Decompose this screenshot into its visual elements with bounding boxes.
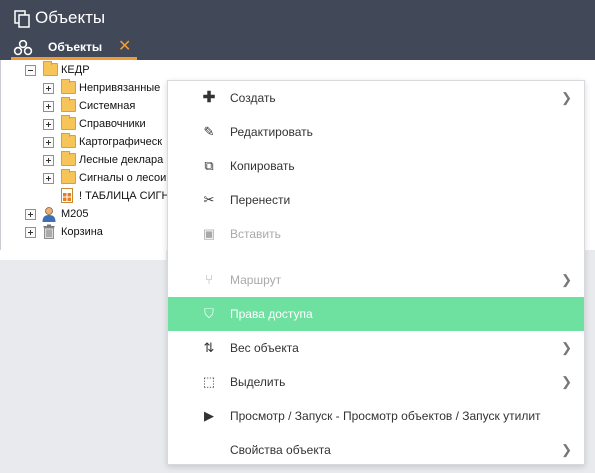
folder-icon xyxy=(61,151,76,166)
user-icon xyxy=(42,207,56,222)
copy-icon xyxy=(14,10,30,28)
table-icon xyxy=(61,188,73,203)
select-icon: ⬚ xyxy=(202,374,216,389)
shield-icon: ⛉ xyxy=(204,306,214,321)
menu-item-create[interactable]: ✚ Создать ❯ xyxy=(168,81,584,115)
play-icon: ▶ xyxy=(204,408,214,423)
menu-item-label: Выделить xyxy=(230,375,286,389)
expand-icon[interactable] xyxy=(43,119,54,130)
menu-item-object-weight[interactable]: ⇅ Вес объекта ❯ xyxy=(168,331,584,365)
menu-item-paste[interactable]: ▣ Вставить xyxy=(168,217,584,251)
panel-divider xyxy=(0,250,166,260)
tree-node-label: Непривязанные xyxy=(79,82,161,94)
tree-node-label: М205 xyxy=(61,208,89,220)
folder-icon xyxy=(43,61,58,76)
objects-icon xyxy=(13,40,33,56)
tree-node-label: ! ТАБЛИЦА СИГН xyxy=(79,190,170,202)
edit-icon: ✎ xyxy=(203,124,215,139)
expand-icon[interactable] xyxy=(43,83,54,94)
tree-node-label: Сигналы о лесои xyxy=(79,172,167,184)
menu-item-label: Маршрут xyxy=(230,273,282,287)
chevron-right-icon: ❯ xyxy=(561,272,572,287)
menu-item-label: Создать xyxy=(230,91,276,105)
expand-icon[interactable] xyxy=(43,155,54,166)
menu-item-route[interactable]: ⑂ Маршрут ❯ xyxy=(168,263,584,297)
menu-item-label: Просмотр / Запуск - Просмотр объектов / … xyxy=(230,409,541,423)
folder-icon xyxy=(61,133,76,148)
copy-icon: ⧉ xyxy=(204,158,214,173)
menu-item-move[interactable]: ✂ Перенести xyxy=(168,183,584,217)
tab-bar: Объекты ✕ xyxy=(0,37,595,60)
menu-item-label: Копировать xyxy=(230,159,295,173)
scissors-icon: ✂ xyxy=(203,192,215,207)
menu-item-edit[interactable]: ✎ Редактировать xyxy=(168,115,584,149)
tree-node-label: Корзина xyxy=(61,226,103,238)
tree-node-label: Справочники xyxy=(79,118,146,130)
tab-objects[interactable]: Объекты ✕ xyxy=(0,37,137,60)
menu-item-copy[interactable]: ⧉ Копировать xyxy=(168,149,584,183)
expand-icon[interactable] xyxy=(43,137,54,148)
menu-item-select[interactable]: ⬚ Выделить ❯ xyxy=(168,365,584,399)
menu-item-label: Редактировать xyxy=(230,125,313,139)
tree-node-label: Картографическ xyxy=(79,136,163,148)
route-icon: ⑂ xyxy=(205,272,213,287)
folder-icon xyxy=(61,97,76,112)
folder-icon xyxy=(61,169,76,184)
expand-icon[interactable] xyxy=(43,101,54,112)
chevron-right-icon: ❯ xyxy=(561,442,572,457)
context-menu: ✚ Создать ❯ ✎ Редактировать ⧉ Копировать… xyxy=(167,80,585,465)
menu-item-label: Свойства объекта xyxy=(230,443,331,457)
expand-icon[interactable] xyxy=(25,227,36,238)
menu-item-view-launch[interactable]: ▶ Просмотр / Запуск - Просмотр объектов … xyxy=(168,399,584,433)
window-title-bar: Объекты xyxy=(0,0,595,37)
window-title: Объекты xyxy=(35,8,106,27)
chevron-right-icon: ❯ xyxy=(561,374,572,389)
menu-item-label: Права доступа xyxy=(230,307,313,321)
tree-node-label: Системная xyxy=(79,100,136,112)
expand-icon[interactable] xyxy=(43,173,54,184)
collapse-icon[interactable] xyxy=(25,65,36,76)
menu-item-label: Вставить xyxy=(230,227,281,241)
close-icon[interactable]: ✕ xyxy=(118,38,131,56)
chevron-right-icon: ❯ xyxy=(561,90,572,105)
chevron-right-icon: ❯ xyxy=(561,340,572,355)
expand-icon[interactable] xyxy=(25,209,36,220)
menu-item-access-rights[interactable]: ⛉ Права доступа xyxy=(168,297,584,331)
menu-item-label: Перенести xyxy=(230,193,291,207)
tab-label: Объекты xyxy=(48,40,103,54)
menu-item-label: Вес объекта xyxy=(230,341,299,355)
trash-icon xyxy=(43,224,55,239)
menu-item-properties[interactable]: Свойства объекта ❯ xyxy=(168,433,584,467)
paste-icon: ▣ xyxy=(202,226,216,241)
folder-icon xyxy=(61,79,76,94)
plus-icon: ✚ xyxy=(202,89,216,106)
folder-icon xyxy=(61,115,76,130)
tree-node-label: Лесные деклара xyxy=(79,154,164,166)
tree-node-label: КЕДР xyxy=(61,64,90,76)
sort-icon: ⇅ xyxy=(203,340,215,355)
